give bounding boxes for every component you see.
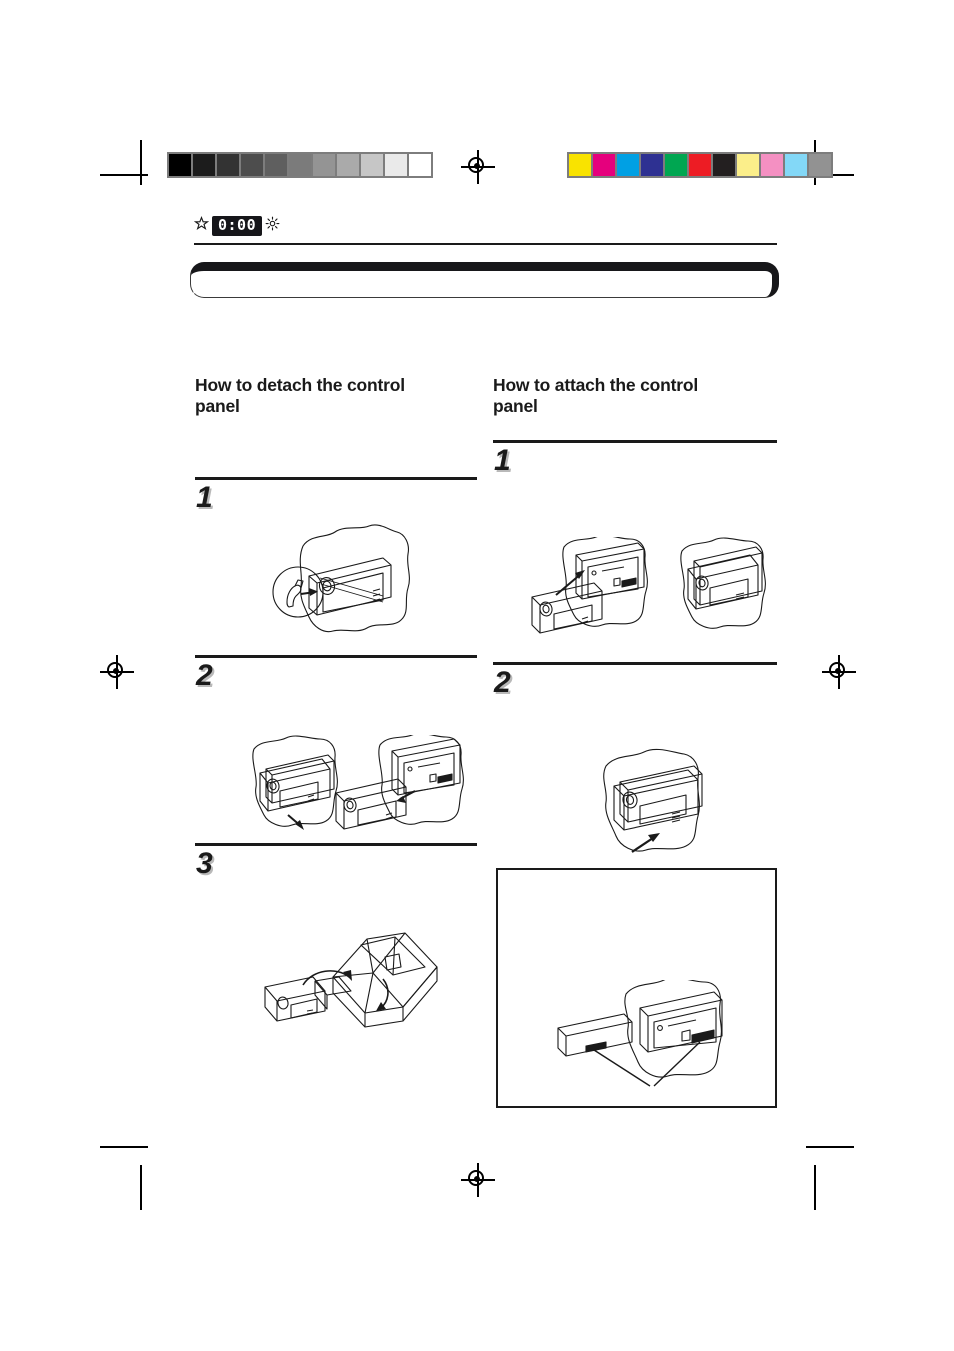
color-swatch-6 [713,154,735,176]
left-step-2-rule [195,655,477,658]
header-icon-group: 0:00 [193,216,280,236]
left-column-heading: How to detach the control panel [195,375,405,417]
right-step-2-illustration [590,748,770,868]
left-step-3-rule [195,843,477,846]
crop-mark-bottom-left-v [140,1165,142,1210]
gray-swatch-1 [193,154,215,176]
left-step-3-illustration [255,915,455,1030]
crop-mark-bottom-left-h [100,1146,148,1148]
left-step-2-illustration [240,735,490,845]
gray-swatch-5 [289,154,311,176]
right-step-1-illustration [530,537,790,647]
left-step-1-rule [195,477,477,480]
right-step-2-rule [493,662,777,665]
color-swatch-2 [617,154,639,176]
right-step-2-number: 2 [494,666,511,699]
manual-page: 0:00 How to detach the control panel 1 2… [0,0,954,1351]
note-box-illustration [550,980,760,1095]
color-swatch-10 [809,154,831,176]
registration-target-top [461,150,495,184]
gray-swatch-7 [337,154,359,176]
header-divider-rule [194,243,777,245]
color-swatch-9 [785,154,807,176]
left-step-1-illustration [265,518,435,643]
crop-mark-bottom-right-h [806,1146,854,1148]
gray-swatch-6 [313,154,335,176]
right-column-heading: How to attach the control panel [493,375,699,417]
color-swatch-8 [761,154,783,176]
color-swatch-0 [569,154,591,176]
gray-swatch-10 [409,154,431,176]
color-swatch-7 [737,154,759,176]
registration-target-left [100,655,134,689]
gray-swatch-8 [361,154,383,176]
gray-swatch-0 [169,154,191,176]
registration-target-bottom [461,1163,495,1197]
gray-swatch-3 [241,154,263,176]
gray-swatch-9 [385,154,407,176]
registration-target-right [822,655,856,689]
gray-swatch-4 [265,154,287,176]
left-step-2-number: 2 [196,659,213,692]
star-icon [193,216,210,236]
crop-mark-top-left-v [140,140,142,185]
clock-display: 0:00 [212,216,263,236]
left-step-1-number: 1 [196,481,213,514]
grayscale-step-wedge [167,152,433,178]
right-step-1-number: 1 [494,444,511,477]
crop-mark-bottom-right-v [814,1165,816,1210]
gray-swatch-2 [217,154,239,176]
color-swatch-1 [593,154,615,176]
color-swatch-4 [665,154,687,176]
left-step-3-number: 3 [196,847,213,880]
color-swatch-3 [641,154,663,176]
right-step-1-rule [493,440,777,443]
color-swatch-5 [689,154,711,176]
section-title-banner [190,262,779,298]
process-color-bar [567,152,833,178]
gear-icon [265,216,280,236]
